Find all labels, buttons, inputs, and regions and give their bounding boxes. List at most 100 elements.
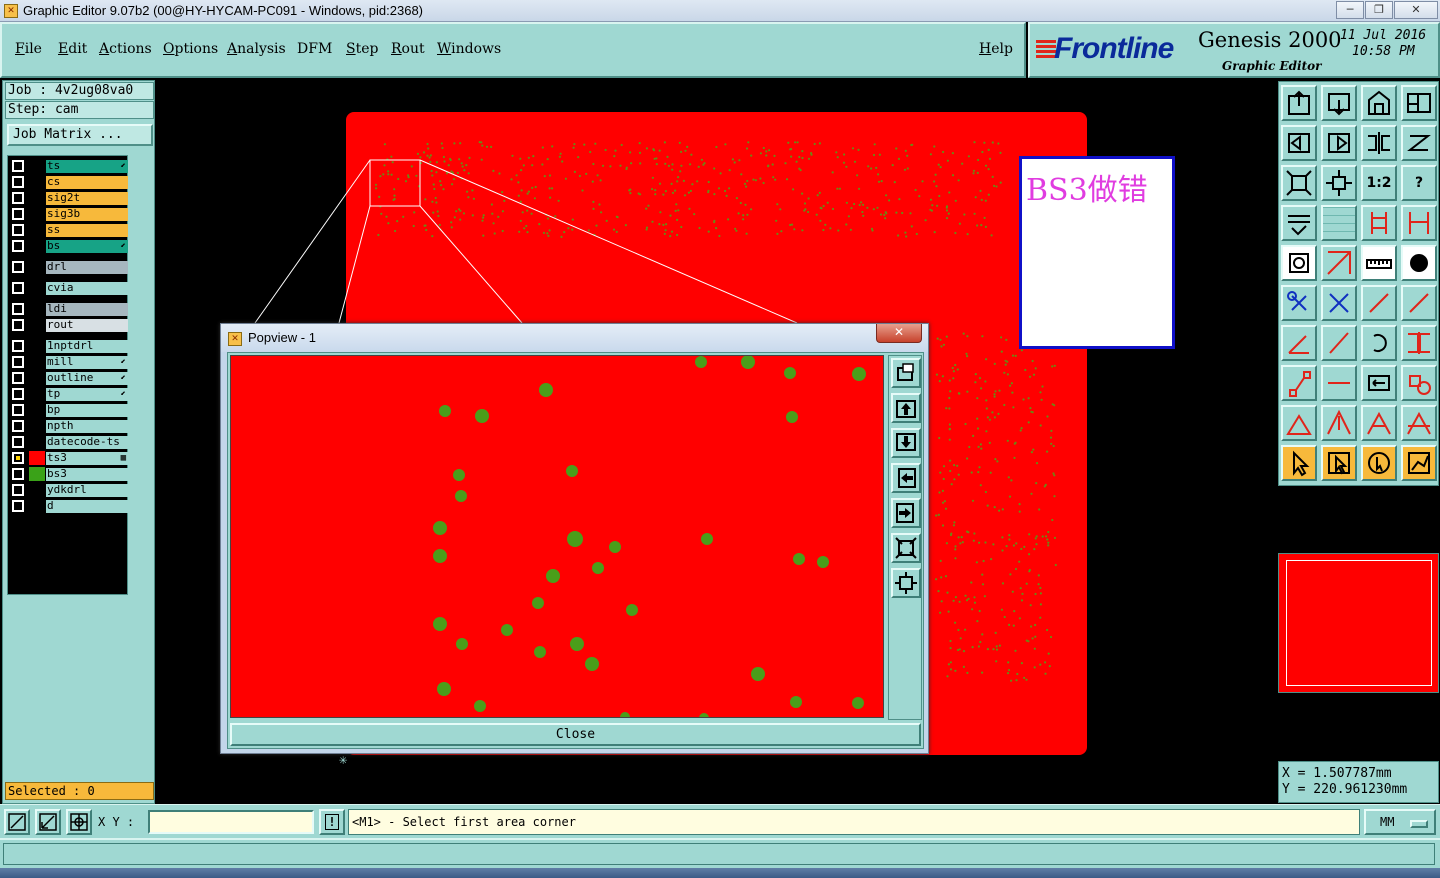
popview-titlebar[interactable]: ✕ Popview - 1 ✕ [221, 324, 928, 352]
popview-pan-up-button[interactable] [891, 393, 921, 423]
layer-name[interactable]: ts3 ▦ [46, 452, 128, 465]
menu-windows[interactable]: Windows [437, 41, 501, 57]
tool-pan-right-button[interactable] [1321, 125, 1357, 161]
tool-add-round-pad-button[interactable] [1401, 245, 1437, 281]
popview-pan-right-button[interactable] [891, 498, 921, 528]
layer-checkbox[interactable] [12, 192, 24, 204]
layer-checkbox[interactable] [12, 208, 24, 220]
layer-checkbox[interactable] [12, 452, 24, 464]
snap-mode-button[interactable] [4, 809, 30, 835]
layer-name[interactable]: ts ⬋ [46, 160, 128, 173]
menu-edit[interactable]: Edit [58, 41, 87, 57]
tool-select-net-button[interactable] [1401, 445, 1437, 481]
layer-checkbox[interactable] [12, 224, 24, 236]
layer-name[interactable]: sig2t [46, 192, 128, 205]
tool-draw-a2-button[interactable] [1401, 405, 1437, 441]
layer-color-swatch[interactable] [29, 318, 45, 332]
layer-row-ydkdrl[interactable]: ydkdrl [10, 483, 128, 497]
layer-checkbox[interactable] [12, 436, 24, 448]
popview-close-button[interactable]: Close [230, 723, 921, 746]
layer-checkbox[interactable] [12, 282, 24, 294]
warning-button[interactable]: ! [319, 809, 345, 835]
layer-color-swatch[interactable] [29, 191, 45, 205]
layer-name[interactable]: mill ⬋ [46, 356, 128, 369]
layer-checkbox[interactable] [12, 176, 24, 188]
tool-add-line-button[interactable] [1321, 245, 1357, 281]
layer-name[interactable]: drl [46, 261, 128, 274]
layer-color-swatch[interactable] [29, 260, 45, 274]
layer-color-swatch[interactable] [29, 355, 45, 369]
layer-name[interactable]: npth [46, 420, 128, 433]
measure-mode-button[interactable] [35, 809, 61, 835]
layer-color-swatch[interactable] [29, 239, 45, 253]
menu-help[interactable]: Help [979, 41, 1013, 57]
layer-name[interactable]: tp ⬋ [46, 388, 128, 401]
layer-checkbox[interactable] [12, 388, 24, 400]
layer-color-swatch[interactable] [29, 451, 45, 465]
tool-shapes-button[interactable] [1401, 365, 1437, 401]
minimize-button[interactable]: ─ [1336, 1, 1364, 19]
layer-color-swatch[interactable] [29, 339, 45, 353]
popview-zoom-window-button[interactable] [891, 358, 921, 388]
layer-checkbox[interactable] [12, 468, 24, 480]
job-matrix-button[interactable]: Job Matrix ... [7, 124, 153, 146]
tool-stretch-button[interactable] [1361, 365, 1397, 401]
tool-arc-button[interactable] [1361, 325, 1397, 361]
menu-step[interactable]: Step [346, 41, 378, 57]
layer-checkbox[interactable] [12, 160, 24, 172]
tool-draw-tri-button[interactable] [1281, 405, 1317, 441]
tool-route-red-2-button[interactable] [1401, 205, 1437, 241]
layer-checkbox[interactable] [12, 420, 24, 432]
tool-slash-button[interactable] [1321, 325, 1357, 361]
popview-pan-down-button[interactable] [891, 428, 921, 458]
layer-color-swatch[interactable] [29, 159, 45, 173]
layer-row-cs[interactable]: cs [10, 175, 128, 189]
layer-row-mill[interactable]: mill ⬋ [10, 355, 128, 369]
layer-row-ss[interactable]: ss [10, 223, 128, 237]
layer-row-cvia[interactable]: cvia [10, 281, 128, 295]
layer-color-swatch[interactable] [29, 207, 45, 221]
layer-row-rout[interactable]: rout [10, 318, 128, 332]
layer-checkbox[interactable] [12, 356, 24, 368]
layer-color-swatch[interactable] [29, 302, 45, 316]
close-window-button[interactable]: ✕ [1394, 1, 1438, 19]
tool-zoom-window-button[interactable] [1401, 85, 1437, 121]
tool-draw-arrow-button[interactable] [1321, 405, 1357, 441]
layer-checkbox[interactable] [12, 340, 24, 352]
menu-rout[interactable]: Rout [391, 41, 425, 57]
popview-pan-left-button[interactable] [891, 463, 921, 493]
tool-scale-1-2-button[interactable]: 1:2 [1361, 165, 1397, 201]
tool-route-red-button[interactable] [1361, 205, 1397, 241]
layer-name[interactable]: d [46, 500, 128, 513]
layer-checkbox[interactable] [12, 372, 24, 384]
grid-mode-button[interactable] [66, 809, 92, 835]
layer-name[interactable]: ss [46, 224, 128, 237]
tool-cut-line-button[interactable] [1321, 365, 1357, 401]
tool-draw-a-button[interactable] [1361, 405, 1397, 441]
layer-name[interactable]: sig3b [46, 208, 128, 221]
layer-color-swatch[interactable] [29, 371, 45, 385]
layer-row-bs3[interactable]: bs3 [10, 467, 128, 481]
layer-row-datecode-ts[interactable]: datecode-ts [10, 435, 128, 449]
menu-options[interactable]: Options [163, 41, 218, 57]
overview-map[interactable] [1278, 553, 1439, 693]
menu-actions[interactable]: Actions [99, 41, 152, 57]
tool-zoom-home-view-button[interactable] [1361, 85, 1397, 121]
layer-color-swatch[interactable] [29, 387, 45, 401]
layer-name[interactable]: bp [46, 404, 128, 417]
layer-name[interactable]: bs3 [46, 468, 128, 481]
layer-checkbox[interactable] [12, 500, 24, 512]
tool-select-lasso-button[interactable] [1361, 445, 1397, 481]
tool-fit-button[interactable] [1281, 165, 1317, 201]
layer-row-ts3[interactable]: ts3 ▦ [10, 451, 128, 465]
popview-zoom-in-button[interactable] [891, 533, 921, 563]
tool-delete-node-button[interactable] [1321, 285, 1357, 321]
layer-color-swatch[interactable] [29, 175, 45, 189]
maximize-button[interactable]: ❐ [1365, 1, 1393, 19]
layer-color-swatch[interactable] [29, 499, 45, 513]
layer-row-ts[interactable]: ts ⬋ [10, 159, 128, 173]
tool-ruler-button[interactable] [1361, 245, 1397, 281]
layer-checkbox[interactable] [12, 484, 24, 496]
layer-row-outline[interactable]: outline ⬋ [10, 371, 128, 385]
layer-row-npth[interactable]: npth [10, 419, 128, 433]
